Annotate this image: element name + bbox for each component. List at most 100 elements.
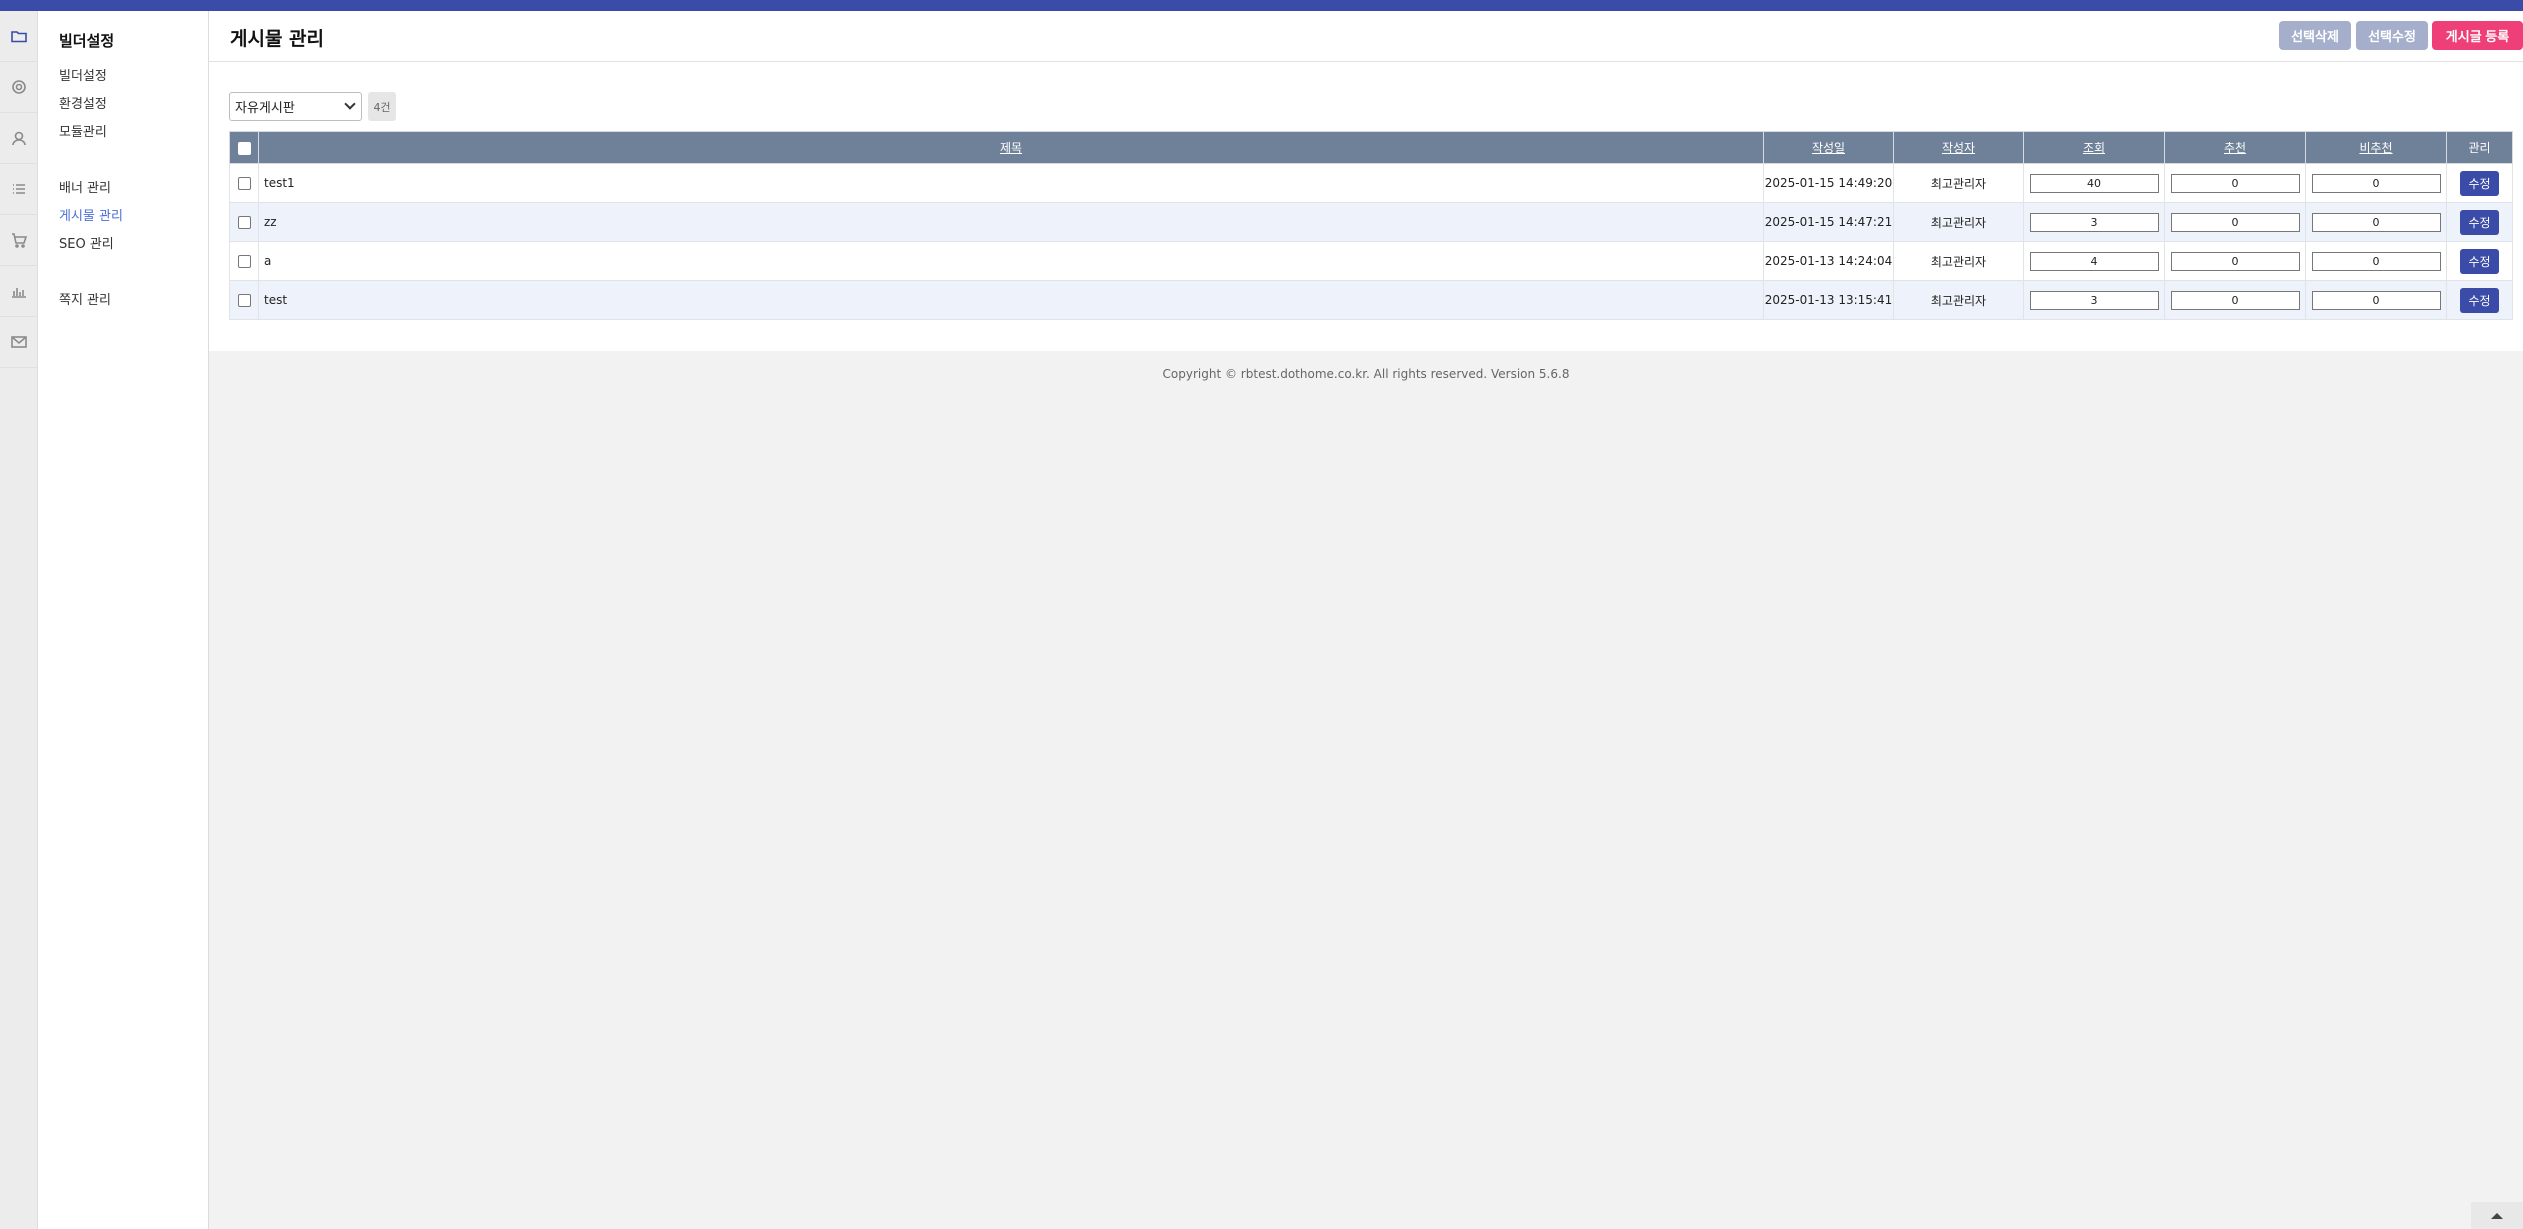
gear-icon <box>11 80 26 94</box>
views-input[interactable]: 3 <box>2029 290 2159 310</box>
not-recommend-input[interactable]: 0 <box>2311 290 2441 310</box>
rail-folder[interactable] <box>0 11 37 62</box>
menu-item-seo[interactable]: SEO 관리 <box>59 233 114 252</box>
rail-mail[interactable] <box>0 317 37 368</box>
post-author: 최고관리자 <box>1893 280 2024 320</box>
menu-item-builder-settings[interactable]: 빌더설정 <box>59 65 107 84</box>
table-header-row: 제목 작성일 작성자 조회 추천 비추천 관리 <box>229 131 2513 164</box>
row-checkbox[interactable] <box>237 216 251 229</box>
menu-item-banner[interactable]: 배너 관리 <box>59 177 111 196</box>
post-date: 2025-01-15 14:47:21 <box>1763 202 1894 242</box>
menu-item-module[interactable]: 모듈관리 <box>59 121 107 140</box>
row-edit-button[interactable]: 수정 <box>2460 170 2499 196</box>
row-select-cell <box>229 280 259 320</box>
side-menu: 빌더설정 빌더설정 환경설정 모듈관리 배너 관리 게시물 관리 SEO 관리 … <box>38 11 209 1229</box>
post-title[interactable]: zz <box>258 202 1764 242</box>
select-all-checkbox[interactable] <box>237 141 251 155</box>
scroll-top-button[interactable] <box>2471 1202 2523 1229</box>
row-select-cell <box>229 241 259 281</box>
table-row: zz 2025-01-15 14:47:21 최고관리자 3 0 0 수정 <box>229 202 2513 242</box>
views-input[interactable]: 4 <box>2029 251 2159 271</box>
footer-copyright: Copyright © rbtest.dothome.co.kr. All ri… <box>1162 367 1570 381</box>
post-author: 최고관리자 <box>1893 241 2024 281</box>
recommend-input[interactable]: 0 <box>2170 251 2300 271</box>
rail-list[interactable] <box>0 164 37 215</box>
views-cell: 3 <box>2023 280 2165 320</box>
menu-item-posts[interactable]: 게시물 관리 <box>59 205 123 224</box>
chevron-down-icon <box>344 98 356 110</box>
not-recommend-input[interactable]: 0 <box>2311 251 2441 271</box>
row-checkbox[interactable] <box>237 177 251 190</box>
views-input[interactable]: 40 <box>2029 173 2159 193</box>
views-cell: 40 <box>2023 163 2165 203</box>
header-author[interactable]: 작성자 <box>1893 131 2024 164</box>
row-checkbox[interactable] <box>237 255 251 268</box>
table-row: test1 2025-01-15 14:49:20 최고관리자 40 0 0 수… <box>229 163 2513 203</box>
not-recommend-input[interactable]: 0 <box>2311 212 2441 232</box>
edit-selected-button[interactable]: 선택수정 <box>2356 21 2428 50</box>
menu-title: 빌더설정 <box>59 32 115 50</box>
mail-icon <box>10 336 27 348</box>
manage-cell: 수정 <box>2446 280 2513 320</box>
main-content: 게시물 관리 선택삭제 선택수정 게시글 등록 자유게시판 4건 제목 작성일 … <box>209 11 2523 351</box>
header-not-recommend[interactable]: 비추천 <box>2305 131 2447 164</box>
menu-item-memo[interactable]: 쪽지 관리 <box>59 289 111 308</box>
manage-cell: 수정 <box>2446 241 2513 281</box>
post-title[interactable]: a <box>258 241 1764 281</box>
arrow-up-icon <box>2491 1212 2503 1219</box>
manage-cell: 수정 <box>2446 202 2513 242</box>
post-title[interactable]: test1 <box>258 163 1764 203</box>
recommend-cell: 0 <box>2164 280 2306 320</box>
table-row: a 2025-01-13 14:24:04 최고관리자 4 0 0 수정 <box>229 241 2513 281</box>
header-recommend[interactable]: 추천 <box>2164 131 2306 164</box>
list-icon <box>12 184 25 194</box>
post-title[interactable]: test <box>258 280 1764 320</box>
recommend-input[interactable]: 0 <box>2170 212 2300 232</box>
not-recommend-cell: 0 <box>2305 163 2447 203</box>
select-all-cell <box>229 131 259 164</box>
post-author: 최고관리자 <box>1893 202 2024 242</box>
delete-selected-button[interactable]: 선택삭제 <box>2279 21 2351 50</box>
page-title: 게시물 관리 <box>230 28 325 50</box>
board-select[interactable]: 자유게시판 <box>229 92 362 121</box>
header-title[interactable]: 제목 <box>258 131 1764 164</box>
recommend-input[interactable]: 0 <box>2170 173 2300 193</box>
not-recommend-cell: 0 <box>2305 280 2447 320</box>
post-date: 2025-01-15 14:49:20 <box>1763 163 1894 203</box>
recommend-cell: 0 <box>2164 163 2306 203</box>
table-row: test 2025-01-13 13:15:41 최고관리자 3 0 0 수정 <box>229 280 2513 320</box>
menu-item-env-settings[interactable]: 환경설정 <box>59 93 107 112</box>
folder-icon <box>10 31 27 43</box>
recommend-input[interactable]: 0 <box>2170 290 2300 310</box>
rail-chart[interactable] <box>0 266 37 317</box>
cart-icon <box>11 233 27 248</box>
header-views[interactable]: 조회 <box>2023 131 2165 164</box>
new-post-button[interactable]: 게시글 등록 <box>2432 21 2523 50</box>
chart-icon <box>11 288 26 298</box>
row-edit-button[interactable]: 수정 <box>2460 248 2499 274</box>
post-date: 2025-01-13 13:15:41 <box>1763 280 1894 320</box>
page-header: 게시물 관리 선택삭제 선택수정 게시글 등록 <box>209 11 2523 62</box>
post-author: 최고관리자 <box>1893 163 2024 203</box>
rail-settings[interactable] <box>0 62 37 113</box>
not-recommend-input[interactable]: 0 <box>2311 173 2441 193</box>
row-edit-button[interactable]: 수정 <box>2460 209 2499 235</box>
views-cell: 4 <box>2023 241 2165 281</box>
row-select-cell <box>229 163 259 203</box>
not-recommend-cell: 0 <box>2305 241 2447 281</box>
manage-cell: 수정 <box>2446 163 2513 203</box>
views-input[interactable]: 3 <box>2029 212 2159 232</box>
not-recommend-cell: 0 <box>2305 202 2447 242</box>
post-count-badge: 4건 <box>368 92 396 121</box>
views-cell: 3 <box>2023 202 2165 242</box>
board-select-value: 자유게시판 <box>235 101 295 116</box>
row-checkbox[interactable] <box>237 294 251 307</box>
header-manage: 관리 <box>2446 131 2513 164</box>
header-date[interactable]: 작성일 <box>1763 131 1894 164</box>
top-accent-bar <box>0 0 2523 11</box>
row-select-cell <box>229 202 259 242</box>
rail-cart[interactable] <box>0 215 37 266</box>
rail-user[interactable] <box>0 113 37 164</box>
user-icon <box>11 131 26 146</box>
row-edit-button[interactable]: 수정 <box>2460 287 2499 313</box>
